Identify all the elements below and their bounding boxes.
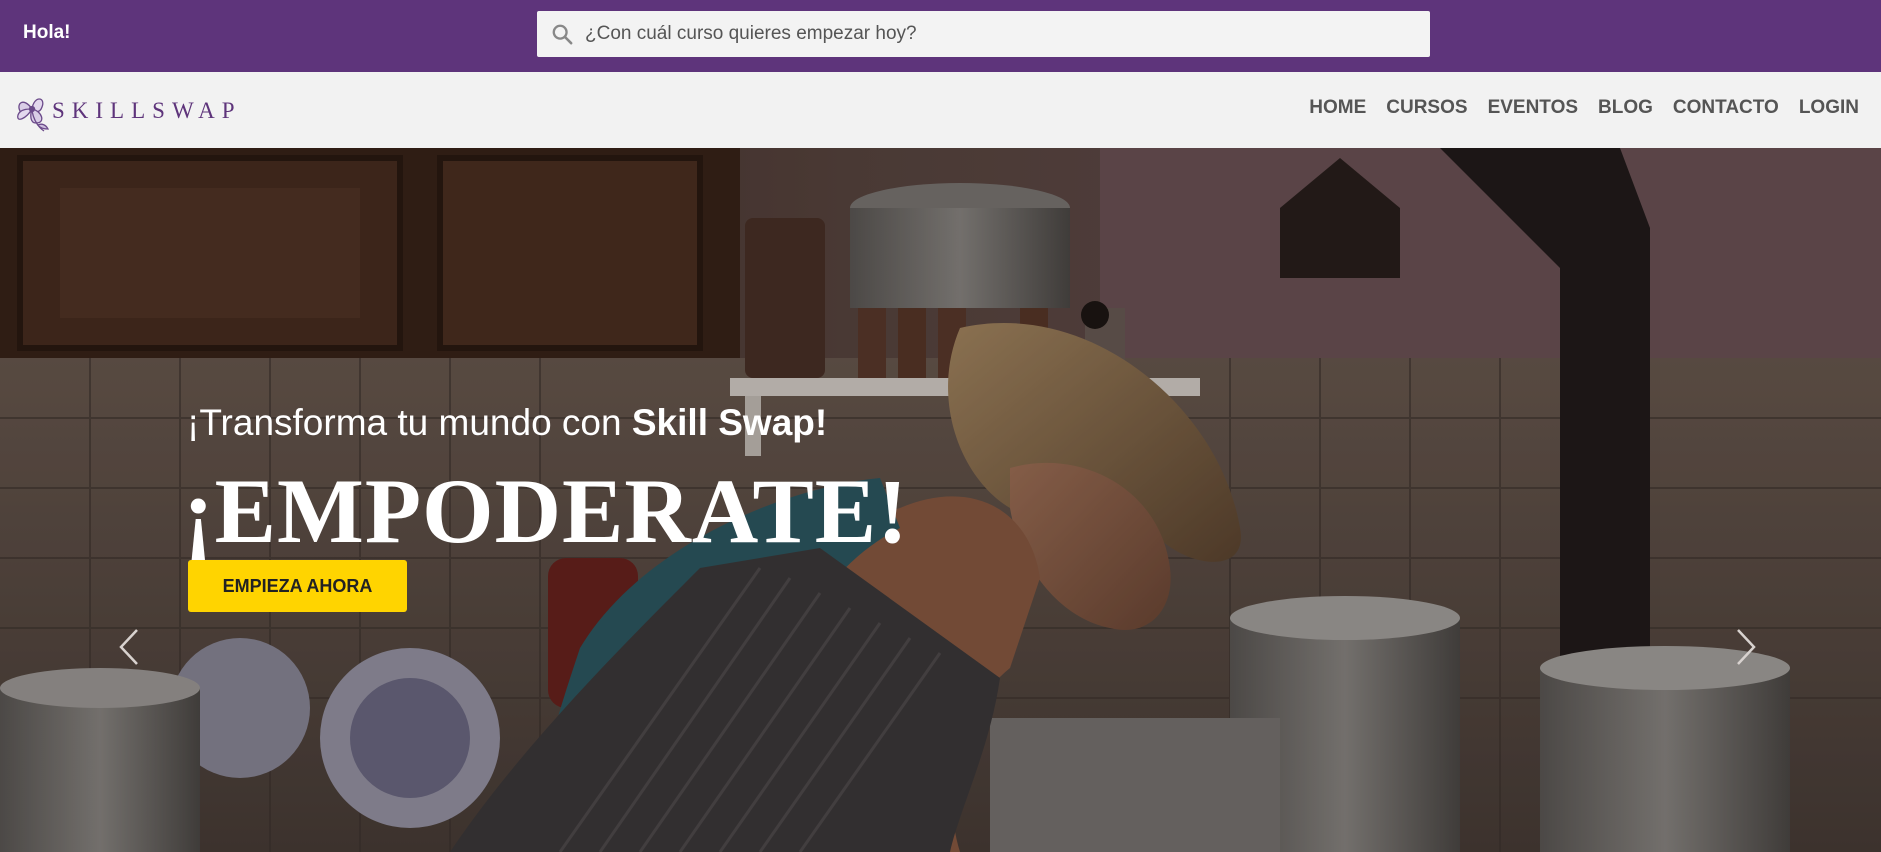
search-box[interactable] bbox=[537, 11, 1430, 57]
hero-headline: ¡EMPODERATE! bbox=[183, 460, 909, 562]
search-icon bbox=[552, 24, 573, 45]
chevron-left-icon bbox=[119, 629, 138, 665]
hero-subtitle-brand: Skill Swap! bbox=[631, 402, 828, 443]
top-bar: Hola! bbox=[0, 0, 1881, 72]
nav-home[interactable]: HOME bbox=[1309, 97, 1366, 119]
flower-logo-icon bbox=[17, 98, 50, 132]
main-navbar: SKILLSWAP HOME CURSOS EVENTOS BLOG CONTA… bbox=[0, 72, 1881, 148]
hero-subtitle: ¡Transforma tu mundo con Skill Swap! bbox=[187, 402, 827, 444]
carousel-next-button[interactable] bbox=[1730, 626, 1760, 668]
main-menu: HOME CURSOS EVENTOS BLOG CONTACTO LOGIN bbox=[1309, 97, 1859, 119]
nav-login[interactable]: LOGIN bbox=[1799, 97, 1859, 119]
brand-logo[interactable]: SKILLSWAP bbox=[12, 86, 242, 136]
greeting-text: Hola! bbox=[23, 22, 71, 43]
logo-text: SKILLSWAP bbox=[52, 98, 242, 123]
nav-eventos[interactable]: EVENTOS bbox=[1488, 97, 1578, 119]
chevron-right-icon bbox=[1737, 629, 1756, 665]
nav-contacto[interactable]: CONTACTO bbox=[1673, 97, 1779, 119]
hero-subtitle-prefix: ¡Transforma tu mundo con bbox=[187, 402, 632, 443]
search-input[interactable] bbox=[585, 11, 1415, 57]
carousel-prev-button[interactable] bbox=[115, 626, 145, 668]
nav-cursos[interactable]: CURSOS bbox=[1386, 97, 1467, 119]
start-now-button[interactable]: EMPIEZA AHORA bbox=[188, 560, 407, 612]
nav-blog[interactable]: BLOG bbox=[1598, 97, 1653, 119]
hero-carousel: ¡Transforma tu mundo con Skill Swap! ¡EM… bbox=[0, 148, 1881, 852]
